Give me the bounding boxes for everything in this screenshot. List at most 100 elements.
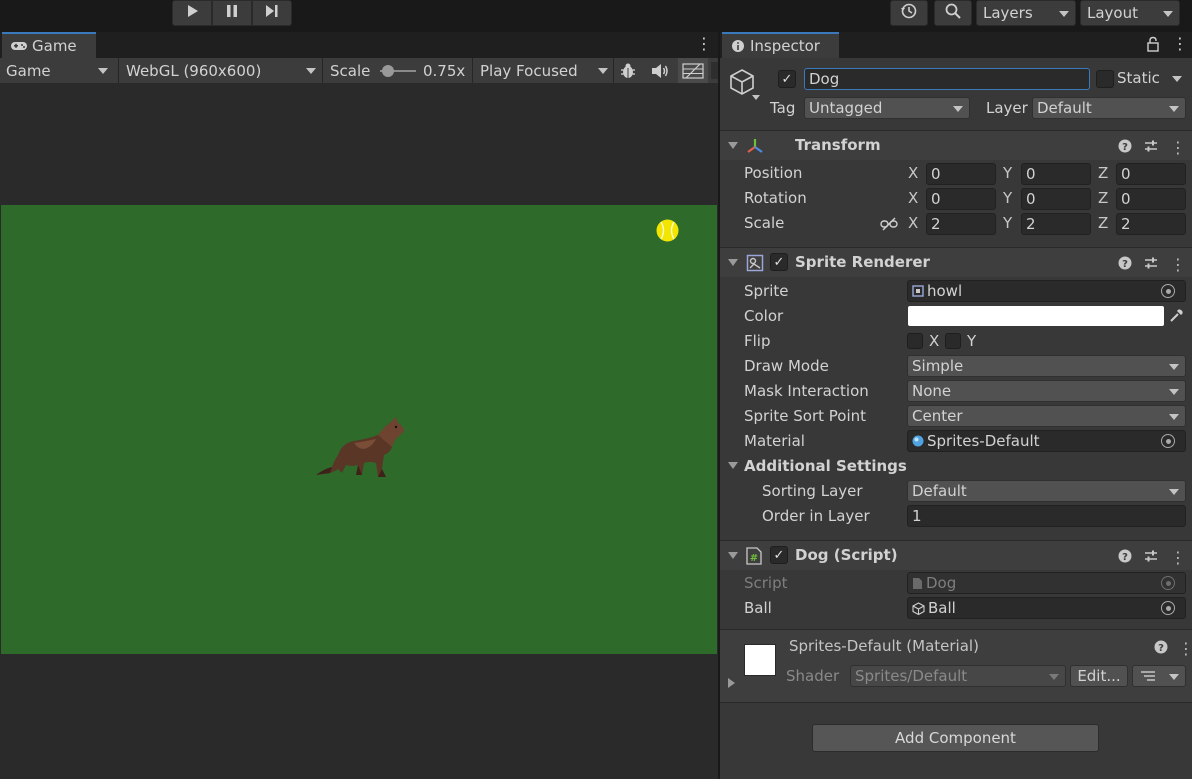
play-button[interactable] [172,0,212,26]
history-button[interactable] [890,0,928,26]
axis-z-label[interactable]: Z [1098,189,1108,207]
foldout-arrow-icon[interactable] [728,678,735,688]
flip-y-checkbox[interactable] [945,333,961,349]
more-options-icon[interactable]: ⋮ [1170,138,1186,157]
help-icon[interactable]: ? [1118,139,1132,157]
tag-dropdown[interactable]: Untagged [804,97,970,119]
resolution-dropdown[interactable]: WebGL (960x600) [120,58,320,83]
foldout-arrow-icon[interactable] [728,259,738,266]
display-dropdown-label: Game [6,61,51,80]
transform-position-y-field[interactable]: 0 [1021,163,1091,185]
svg-text:#: # [750,553,758,564]
dog-script-enabled-checkbox[interactable]: ✓ [770,546,788,564]
object-picker-icon[interactable] [1161,601,1175,615]
axis-x-label[interactable]: X [908,164,918,182]
material-field[interactable]: Sprites-Default [907,430,1186,452]
ball-field[interactable]: Ball [907,597,1186,619]
mask-interaction-value: None [912,382,952,400]
tag-value: Untagged [809,99,883,117]
layout-dropdown[interactable]: Layout [1080,0,1180,26]
eyedropper-icon[interactable] [1168,308,1184,328]
more-options-icon[interactable]: ⋮ [1170,255,1186,274]
lock-icon[interactable] [1146,36,1160,56]
ball-value: Ball [928,599,956,617]
transform-rotation-y-field[interactable]: 0 [1021,188,1091,210]
presets-icon[interactable] [1144,549,1158,567]
tab-game[interactable]: Game [2,32,96,58]
grass-field [1,205,717,654]
slider-thumb[interactable] [382,65,394,77]
static-checkbox[interactable] [1096,70,1114,88]
chevron-down-icon [98,68,108,74]
bug-icon[interactable] [616,58,640,83]
shader-value: Sprites/Default [855,667,968,685]
audio-icon[interactable] [648,58,672,83]
transform-header[interactable]: Transform ? ⋮ [720,130,1192,160]
display-dropdown[interactable]: Game [0,58,116,83]
dog-script-header[interactable]: # ✓ Dog (Script) ? ⋮ [720,540,1192,570]
tab-inspector[interactable]: Inspector [722,32,839,58]
color-swatch[interactable] [908,306,1164,326]
transform-position-z-field[interactable]: 0 [1116,163,1186,185]
transform-rotation-label: Rotation [744,189,807,207]
more-options-icon[interactable]: ⋮ [1172,34,1188,54]
axis-y-label[interactable]: Y [1003,164,1012,182]
presets-icon[interactable] [1144,256,1158,274]
object-picker-icon[interactable] [1161,434,1175,448]
resolution-label: WebGL (960x600) [126,61,262,80]
axis-z-label[interactable]: Z [1098,214,1108,232]
layers-dropdown[interactable]: Layers [976,0,1076,26]
transform-rotation-x-field[interactable]: 0 [926,188,996,210]
more-options-icon[interactable]: ⋮ [1170,548,1186,567]
sprite-renderer-header[interactable]: ✓ Sprite Renderer ? ⋮ [720,247,1192,277]
stats-icon[interactable] [678,58,708,83]
more-options-icon[interactable]: ⋮ [696,34,712,54]
flip-x-checkbox[interactable] [907,333,923,349]
help-icon[interactable]: ? [1118,549,1132,567]
sprite-field[interactable]: howl [907,280,1186,302]
help-icon[interactable]: ? [1154,640,1168,658]
transform-scale-x-field[interactable]: 2 [926,213,996,235]
transform-rotation-z-field[interactable]: 0 [1116,188,1186,210]
icon-dropdown-icon[interactable] [752,95,760,100]
edit-shader-button[interactable]: Edit... [1070,665,1128,687]
presets-icon[interactable] [1144,139,1158,157]
transform-scale-y-field[interactable]: 2 [1021,213,1091,235]
object-picker-icon[interactable] [1161,284,1175,298]
static-dropdown-icon[interactable] [1172,76,1182,82]
constrain-proportions-icon[interactable] [880,217,898,235]
shader-options-dropdown[interactable] [1132,665,1186,687]
axis-x-label[interactable]: X [908,189,918,207]
play-mode-dropdown[interactable]: Play Focused [474,58,612,83]
mask-interaction-label: Mask Interaction [744,382,869,400]
more-options-icon[interactable]: ⋮ [1178,639,1192,658]
chevron-down-icon [1169,364,1179,370]
foldout-arrow-icon[interactable] [728,462,738,469]
active-checkbox[interactable]: ✓ [778,70,796,88]
sorting-layer-dropdown[interactable]: Default [907,480,1186,502]
step-button[interactable] [252,0,292,26]
foldout-arrow-icon[interactable] [728,142,738,149]
add-component-button[interactable]: Add Component [812,724,1099,752]
chevron-down-icon [953,106,963,112]
search-button[interactable] [934,0,972,26]
transform-position-x-field[interactable]: 0 [926,163,996,185]
axis-x-label[interactable]: X [908,214,918,232]
mask-interaction-dropdown[interactable]: None [907,380,1186,402]
foldout-arrow-icon[interactable] [728,552,738,559]
axis-y-label[interactable]: Y [1003,214,1012,232]
axis-y-label[interactable]: Y [1003,189,1012,207]
layer-dropdown[interactable]: Default [1032,97,1186,119]
sort-point-dropdown[interactable]: Center [907,405,1186,427]
draw-mode-dropdown[interactable]: Simple [907,355,1186,377]
additional-settings-label[interactable]: Additional Settings [744,457,907,475]
transform-scale-z-field[interactable]: 2 [1116,213,1186,235]
object-name-field[interactable]: Dog [804,68,1090,90]
sprite-renderer-enabled-checkbox[interactable]: ✓ [770,253,788,271]
help-icon[interactable]: ? [1118,256,1132,274]
scale-slider[interactable] [380,64,416,78]
chevron-down-icon [1169,389,1179,395]
order-in-layer-field[interactable]: 1 [907,505,1186,527]
axis-z-label[interactable]: Z [1098,164,1108,182]
pause-button[interactable] [212,0,252,26]
